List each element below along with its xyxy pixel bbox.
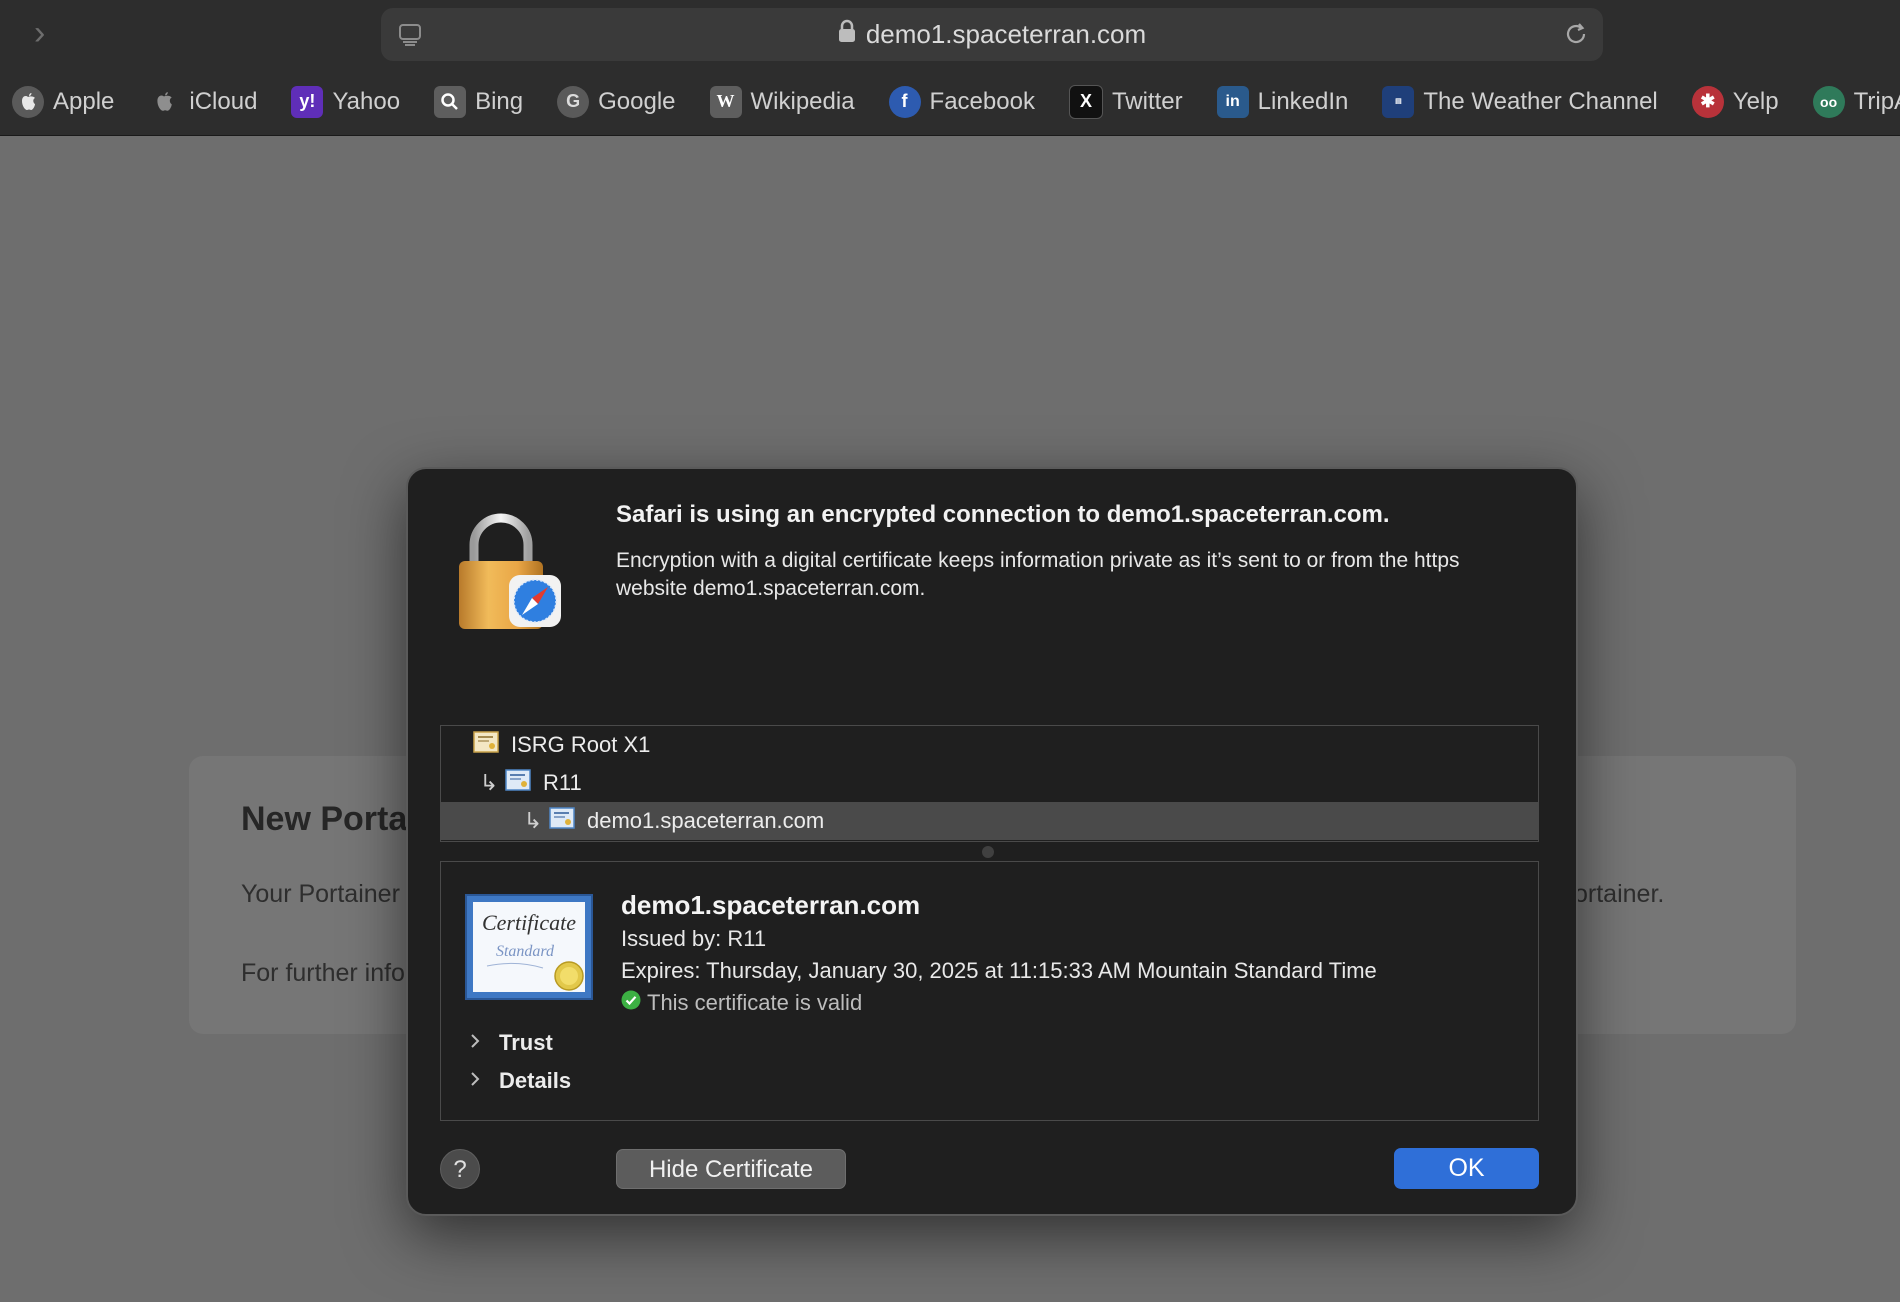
chain-item-leaf[interactable]: ↳ demo1.spaceterran.com [441, 802, 1538, 840]
bing-icon [434, 85, 467, 118]
chain-item-root[interactable]: ISRG Root X1 [441, 726, 1538, 764]
page-text: ortainer. [1574, 880, 1665, 908]
facebook-icon: f [888, 85, 921, 118]
page-text: For further info [241, 959, 405, 987]
bookmark-wikipedia[interactable]: W Wikipedia [709, 85, 855, 118]
bookmark-bing[interactable]: Bing [434, 85, 524, 118]
certificate-chain-list: ISRG Root X1 ↳ R11 ↳ demo1.spaceterran.c… [440, 725, 1539, 842]
bookmark-google[interactable]: G Google [557, 85, 676, 118]
bookmark-label: Twitter [1111, 87, 1183, 115]
bookmark-apple[interactable]: Apple [12, 85, 115, 118]
bookmark-linkedin[interactable]: in LinkedIn [1216, 85, 1349, 118]
page-title: New Portai [241, 800, 417, 838]
chevron-right-icon [469, 1030, 481, 1056]
bookmark-label: Yelp [1732, 87, 1779, 115]
bookmark-label: The Weather Channel [1423, 87, 1658, 115]
certificate-icon [473, 731, 499, 759]
chevron-right-icon [469, 1068, 481, 1094]
chain-item-intermediate[interactable]: ↳ R11 [441, 764, 1538, 802]
wikipedia-icon: W [709, 85, 742, 118]
certificate-detail-panel: Certificate Standard demo1.spaceterran.c… [440, 861, 1539, 1121]
yahoo-icon: y! [291, 85, 324, 118]
details-disclosure[interactable]: Details [469, 1068, 571, 1094]
bookmark-label: Google [598, 87, 676, 115]
google-icon: G [557, 85, 590, 118]
certificate-issuer: Issued by: R11 [621, 926, 767, 951]
dialog-heading: Safari is using an encrypted connection … [616, 501, 1390, 528]
certificate-status-text: This certificate is valid [647, 990, 863, 1015]
trust-disclosure[interactable]: Trust [469, 1030, 553, 1056]
bookmark-weather-channel[interactable]: ▤ The Weather Channel [1382, 85, 1658, 118]
bookmark-label: Bing [475, 87, 524, 115]
reload-icon[interactable] [1563, 21, 1589, 52]
weather-channel-icon: ▤ [1382, 85, 1415, 118]
cert-image-line2: Standard [496, 943, 555, 960]
details-label: Details [499, 1068, 572, 1093]
lock-icon [838, 19, 856, 50]
bookmark-yahoo[interactable]: y! Yahoo [291, 85, 401, 118]
split-view-handle[interactable] [982, 846, 994, 858]
certificate-name: demo1.spaceterran.com [621, 890, 921, 920]
certificate-status: This certificate is valid [621, 990, 862, 1016]
certificate-large-icon: Certificate Standard [465, 894, 593, 1005]
apple-icon [148, 86, 180, 118]
bookmark-label: Facebook [929, 87, 1035, 115]
help-button[interactable]: ? [440, 1149, 480, 1189]
bookmark-label: TripA [1853, 87, 1900, 115]
bookmark-tripadvisor[interactable]: oo TripA [1812, 85, 1900, 118]
bookmark-label: Yahoo [332, 87, 401, 115]
hide-certificate-button[interactable]: Hide Certificate [616, 1149, 846, 1189]
chain-label: R11 [543, 770, 582, 795]
chain-label: ISRG Root X1 [511, 732, 651, 757]
bookmark-twitter[interactable]: X Twitter [1068, 84, 1183, 119]
chain-label: demo1.spaceterran.com [587, 808, 825, 833]
bookmark-label: LinkedIn [1257, 87, 1349, 115]
twitter-icon: X [1068, 84, 1103, 119]
bookmark-label: Apple [53, 87, 115, 115]
check-circle-icon [621, 990, 641, 1016]
cert-image-line1: Certificate [482, 910, 576, 935]
child-arrow-icon: ↳ [479, 770, 499, 795]
url-text: demo1.spaceterran.com [865, 19, 1147, 49]
bookmark-icloud[interactable]: iCloud [148, 86, 257, 118]
forward-icon[interactable]: › [34, 16, 64, 50]
dialog-description: Encryption with a digital certificate ke… [616, 549, 1460, 600]
certificate-expiry: Expires: Thursday, January 30, 2025 at 1… [621, 958, 1377, 983]
certificate-dialog: Safari is using an encrypted connection … [406, 467, 1578, 1216]
certificate-icon [505, 769, 531, 797]
browser-toolbar: › demo1.spaceterran.com [0, 0, 1900, 68]
tripadvisor-icon: oo [1812, 85, 1845, 118]
certificate-icon [549, 807, 575, 835]
padlock-safari-icon [456, 507, 566, 637]
child-arrow-icon: ↳ [523, 808, 543, 833]
bookmark-facebook[interactable]: f Facebook [888, 85, 1035, 118]
bookmark-label: iCloud [189, 87, 258, 115]
linkedin-icon: in [1216, 85, 1249, 118]
bookmark-label: Wikipedia [750, 87, 855, 115]
bookmark-yelp[interactable]: ✱ Yelp [1691, 85, 1779, 118]
bookmarks-bar: Apple iCloud y! Yahoo Bing G Google W Wi… [0, 68, 1900, 136]
address-bar[interactable]: demo1.spaceterran.com [381, 8, 1603, 61]
apple-icon [12, 85, 44, 118]
ok-button[interactable]: OK [1394, 1148, 1539, 1189]
yelp-icon: ✱ [1691, 85, 1724, 118]
page-text: Your Portainer [241, 880, 400, 908]
trust-label: Trust [499, 1030, 553, 1055]
